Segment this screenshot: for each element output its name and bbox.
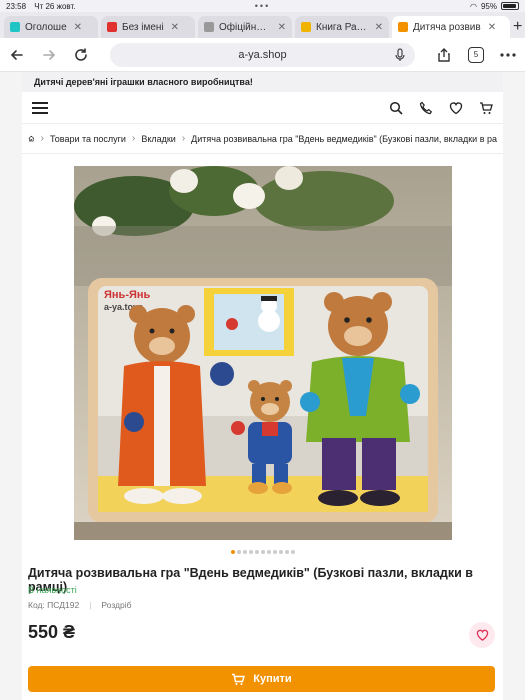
gallery-dot[interactable] — [272, 550, 277, 554]
gallery-dot[interactable] — [254, 550, 259, 554]
gallery-dot[interactable] — [260, 550, 265, 554]
tab-count-button[interactable]: 5 — [467, 46, 485, 64]
product-photo: Янь-Янь a-ya.toys — [74, 166, 452, 540]
reload-icon — [75, 47, 87, 61]
gallery-dot[interactable] — [278, 550, 283, 554]
share-button[interactable] — [435, 46, 453, 64]
browser-tab[interactable]: Книга Развива ✕ — [295, 16, 389, 38]
promo-banner: Дитячі дерев'яні іграшки власного виробн… — [22, 72, 503, 92]
tab-count: 5 — [468, 46, 484, 63]
chevron-right-icon: › — [181, 133, 186, 144]
buy-button-label: Купити — [253, 673, 292, 685]
breadcrumb: › Товари та послуги › Вкладки › Дитяча р… — [22, 124, 503, 154]
arrow-left-icon — [10, 49, 23, 60]
page-content: Дитячі дерев'яні іграшки власного виробн… — [22, 72, 503, 700]
battery-icon — [501, 2, 519, 10]
phone-icon[interactable] — [419, 101, 433, 115]
gallery-dot[interactable] — [266, 550, 271, 554]
gallery-dot[interactable] — [284, 550, 289, 554]
product-image[interactable]: Янь-Янь a-ya.toys — [74, 166, 452, 540]
gallery-dot[interactable] — [230, 550, 235, 554]
add-to-favorites-button[interactable] — [469, 622, 495, 648]
home-icon[interactable] — [28, 132, 35, 145]
menu-button[interactable] — [32, 99, 48, 117]
microphone-icon[interactable] — [395, 47, 405, 62]
gallery-dot[interactable] — [236, 550, 241, 554]
search-icon[interactable] — [389, 101, 403, 115]
product-price: 550 ₴ — [28, 622, 76, 642]
heart-icon[interactable] — [449, 101, 463, 115]
battery-percent: 95% — [480, 1, 497, 11]
address-bar[interactable]: a-ya.shop — [110, 42, 415, 67]
date: Чт 26 жовт. — [34, 1, 76, 11]
product-title: Дитяча розвивальна гра "Вдень ведмедиків… — [28, 566, 473, 594]
tab-title: Офіційна карт — [219, 21, 271, 33]
browser-tab[interactable]: Оголоше ✕ — [4, 16, 98, 38]
gallery-dot[interactable] — [248, 550, 253, 554]
browser-tab[interactable]: Дитяча розвив ✕ — [392, 16, 510, 38]
arrow-right-icon — [43, 49, 56, 60]
close-icon[interactable]: ✕ — [488, 22, 496, 33]
more-menu-button[interactable] — [499, 46, 517, 64]
back-button[interactable] — [8, 46, 26, 64]
tab-strip: Оголоше✕Без імені✕Офіційна карт✕Книга Ра… — [0, 12, 525, 38]
share-icon — [438, 47, 450, 62]
status-bar: 23:58 Чт 26 жовт. ••• ◠ 95% — [0, 0, 525, 12]
new-tab-button[interactable]: + — [513, 16, 522, 38]
product-meta: Код: ПСД192 | Роздріб — [28, 600, 132, 610]
browser-tab[interactable]: Офіційна карт ✕ — [198, 16, 292, 38]
browser-toolbar: a-ya.shop 5 — [0, 38, 525, 72]
clock: 23:58 — [6, 1, 27, 11]
cart-icon — [232, 673, 246, 685]
favicon-icon — [107, 22, 117, 32]
close-icon[interactable]: ✕ — [375, 22, 383, 33]
stock-status: В наявності — [28, 585, 77, 595]
tab-title: Книга Развива — [316, 21, 368, 33]
favicon-icon — [10, 22, 20, 32]
gallery-dot[interactable] — [242, 550, 247, 554]
breadcrumb-item[interactable]: Вкладки — [141, 134, 176, 144]
tab-title: Дитяча розвив — [413, 21, 481, 33]
close-icon[interactable]: ✕ — [74, 22, 82, 33]
favicon-icon — [301, 22, 311, 32]
web-page: Дитячі дерев'яні іграшки власного виробн… — [0, 72, 525, 700]
chevron-right-icon: › — [40, 133, 44, 144]
breadcrumb-current: Дитяча розвивальна гра "Вдень ведмедиків… — [191, 133, 497, 144]
multitask-dots[interactable]: ••• — [255, 1, 270, 11]
url-text: a-ya.shop — [238, 48, 287, 61]
product-code: Код: ПСД192 — [28, 600, 80, 610]
close-icon[interactable]: ✕ — [278, 22, 286, 33]
tab-title: Без імені — [122, 21, 164, 33]
reload-button[interactable] — [72, 46, 90, 64]
gallery-pagination[interactable] — [22, 550, 503, 554]
chevron-right-icon: › — [131, 133, 136, 144]
forward-button[interactable] — [40, 46, 58, 64]
buy-button[interactable]: Купити — [28, 666, 495, 692]
browser-tab[interactable]: Без імені ✕ — [101, 16, 195, 38]
cart-icon[interactable] — [479, 101, 493, 115]
image-brand-text: Янь-Янь — [104, 289, 151, 301]
site-header — [22, 92, 503, 124]
breadcrumb-item[interactable]: Товари та послуги — [50, 134, 126, 144]
wifi-icon: ◠ — [470, 1, 477, 11]
gallery-dot[interactable] — [290, 550, 295, 554]
heart-icon — [476, 629, 488, 641]
sale-type: Роздріб — [101, 600, 132, 610]
favicon-icon — [398, 22, 408, 32]
tab-title: Оголоше — [25, 21, 67, 33]
more-icon — [500, 52, 516, 57]
favicon-icon — [204, 22, 214, 32]
close-icon[interactable]: ✕ — [171, 22, 179, 33]
